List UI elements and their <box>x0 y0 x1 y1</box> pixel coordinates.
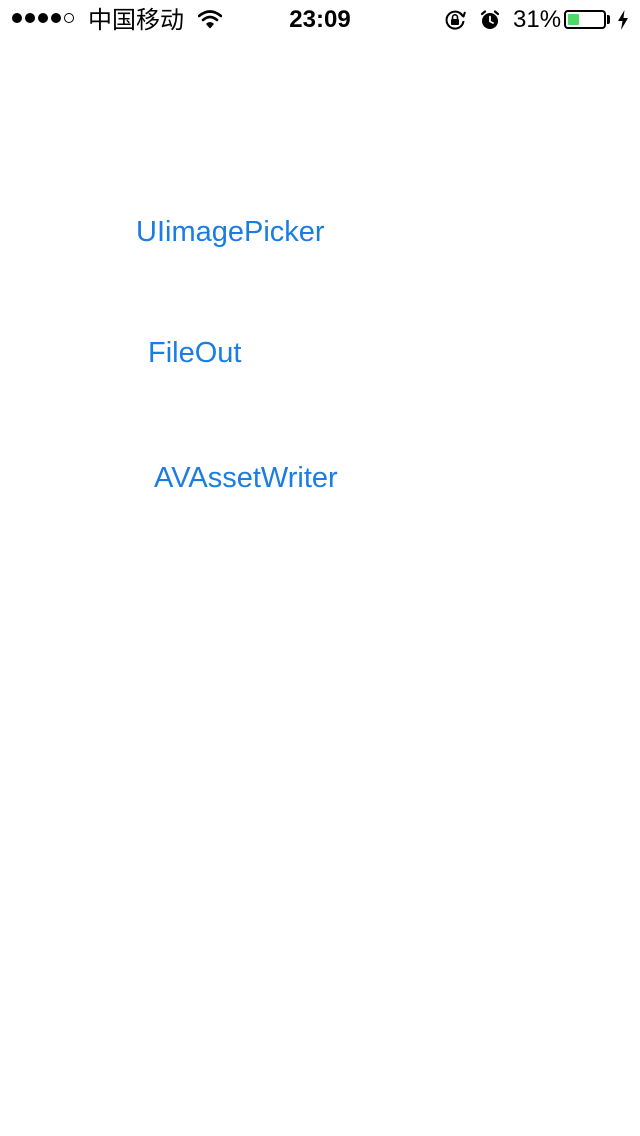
fileout-button[interactable]: FileOut <box>148 335 241 371</box>
battery-icon <box>564 10 606 29</box>
battery-tip <box>607 15 610 24</box>
battery-percentage: 31% <box>513 6 562 33</box>
rotation-lock-icon <box>445 10 466 30</box>
charging-bolt-icon <box>618 10 628 30</box>
status-bar: 中国移动 23:09 31% <box>0 0 640 40</box>
uiimagepicker-button[interactable]: UIimagePicker <box>136 214 325 250</box>
alarm-icon <box>480 10 500 29</box>
avassetwriter-button[interactable]: AVAssetWriter <box>154 460 338 496</box>
battery-level-fill <box>568 14 579 25</box>
